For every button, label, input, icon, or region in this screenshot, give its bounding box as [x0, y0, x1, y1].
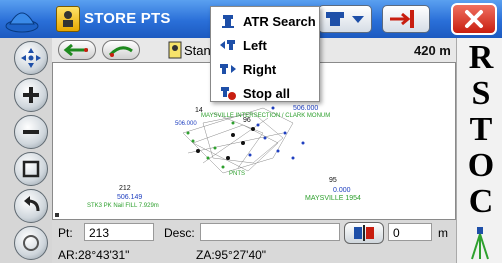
point-label: Pt:	[58, 226, 73, 240]
zoom-window-icon	[22, 160, 40, 178]
map-label: 96	[243, 117, 251, 124]
close-button[interactable]	[451, 3, 497, 35]
point-value: 213	[89, 226, 110, 240]
zoom-out-icon	[23, 130, 39, 134]
mode-c-button[interactable]: C	[461, 184, 501, 220]
map-label: 506.149	[117, 194, 143, 201]
target-status-icon[interactable]	[168, 41, 182, 59]
tripod-icon	[471, 227, 489, 260]
map-label: 0.000	[333, 187, 351, 194]
zoom-in-button[interactable]	[14, 78, 48, 112]
instrument-dropdown-icon	[326, 12, 364, 26]
map-label: 14	[195, 107, 203, 114]
stop-icon	[217, 85, 239, 101]
angle-readout-ar: AR:28°43'31"	[58, 248, 130, 262]
pan-icon	[21, 48, 41, 68]
mode-t-button[interactable]: T	[461, 112, 501, 148]
map-label: 212	[119, 185, 131, 192]
description-label: Desc:	[164, 226, 195, 240]
exit-run-button[interactable]	[382, 5, 430, 33]
store-points-icon	[56, 6, 80, 32]
zoom-window-button[interactable]	[14, 152, 48, 186]
map-label: STK3 PK Nail FILL 7.929m	[87, 203, 159, 209]
instrument-dropdown-menu: ATR Search Left Right Stop all	[210, 6, 320, 102]
run-exit-icon	[390, 10, 414, 28]
mode-o-button[interactable]: O	[461, 148, 501, 184]
height-value: 0	[393, 226, 400, 240]
zoom-extents-icon	[23, 235, 39, 251]
zoom-out-button[interactable]	[14, 115, 48, 149]
map-label: PNTS	[229, 171, 246, 177]
target-search-icon	[217, 13, 239, 29]
right-toolbar: R S T O C	[456, 38, 502, 263]
zoom-extents-button[interactable]	[14, 226, 48, 260]
point-field[interactable]: 213	[84, 223, 154, 241]
undo-zoom-icon	[24, 196, 40, 212]
angle-readout-za: ZA:95°27'40"	[196, 248, 267, 262]
window-title: STORE PTS	[84, 10, 171, 27]
map-label: 506.000	[293, 105, 319, 112]
distance-readout: 420 m	[414, 43, 451, 58]
bottom-panel: Pt: 213 Desc: 0 m AR:28°43'31" ZA:95°27'…	[52, 220, 456, 263]
height-unit: m	[438, 226, 448, 240]
zoom-previous-button[interactable]	[14, 189, 48, 223]
description-field[interactable]	[200, 223, 340, 241]
menu-item-right[interactable]: Right	[211, 57, 321, 81]
rotate-right-icon	[217, 61, 239, 77]
mode-r-button[interactable]: R	[461, 40, 501, 76]
prism-target-icon	[354, 225, 374, 241]
instrument-menu-button[interactable]	[318, 5, 372, 33]
height-field[interactable]: 0	[388, 223, 432, 241]
menu-item-label: Left	[243, 37, 267, 53]
next-point-button[interactable]	[102, 40, 140, 60]
menu-item-left[interactable]: Left	[211, 33, 321, 57]
zoom-in-icon	[23, 87, 39, 103]
map-label: MAYSVILLE INTERSECTION / CLARK MONUM	[201, 113, 331, 119]
menu-item-label: ATR Search	[243, 13, 316, 29]
menu-item-stop-all[interactable]: Stop all	[211, 81, 321, 105]
previous-point-button[interactable]	[58, 40, 96, 60]
menu-item-label: Right	[243, 61, 277, 77]
rotate-left-icon	[217, 37, 239, 53]
left-toolbar	[0, 38, 52, 263]
curved-arrow-icon	[108, 46, 133, 57]
pan-button[interactable]	[14, 41, 48, 75]
menu-item-label: Stop all	[243, 85, 290, 101]
menu-item-atr-search[interactable]: ATR Search	[211, 9, 321, 33]
map-label: 95	[329, 177, 337, 184]
back-arrow-icon	[63, 43, 88, 57]
mode-s-button[interactable]: S	[461, 76, 501, 112]
tripod-button[interactable]	[469, 226, 491, 260]
close-icon	[465, 10, 483, 28]
map-label: 506.000	[175, 121, 197, 127]
prism-button[interactable]	[344, 222, 384, 244]
app-logo-icon[interactable]	[4, 4, 40, 34]
map-label: MAYSVILLE 1954	[305, 195, 361, 202]
